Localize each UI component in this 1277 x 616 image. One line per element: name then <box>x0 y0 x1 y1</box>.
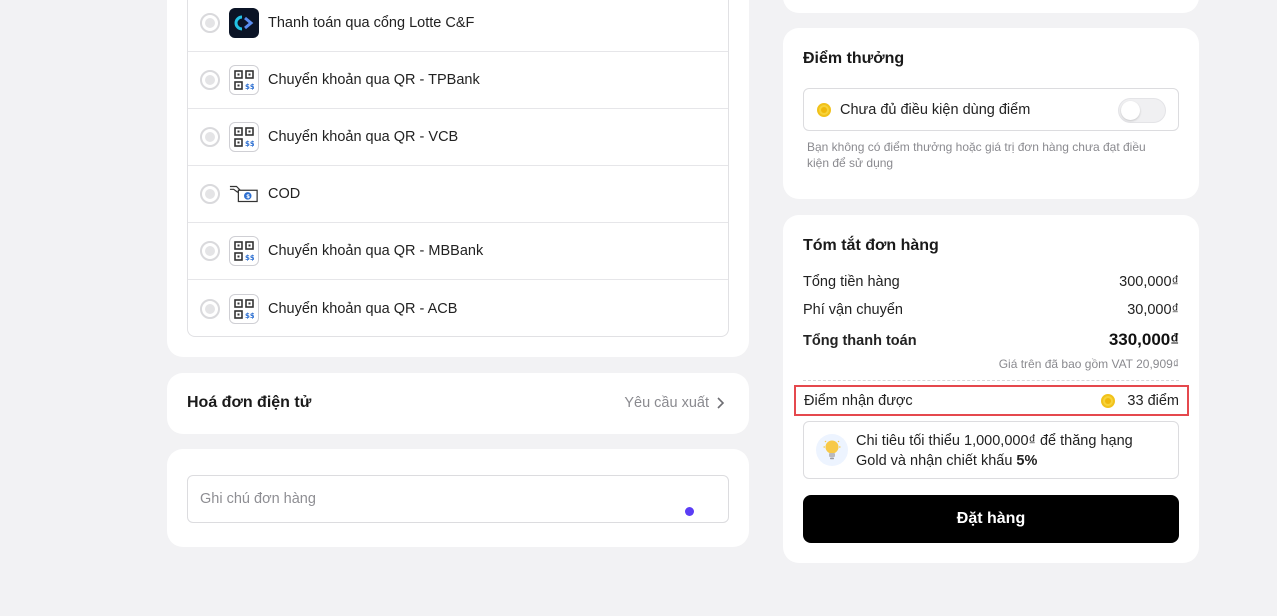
qr-code-icon: $$ <box>229 65 259 95</box>
order-summary-title: Tóm tắt đơn hàng <box>803 237 939 254</box>
shipping-value: 30,000₫ <box>1127 302 1179 318</box>
order-note-card <box>167 449 749 547</box>
lightbulb-icon <box>816 434 848 466</box>
coin-icon <box>1101 394 1115 408</box>
request-invoice-label: Yêu cầu xuất <box>624 395 709 411</box>
vat-note: Giá trên đã bao gồm VAT 20,909₫ <box>998 357 1179 371</box>
qr-code-icon: $$ <box>229 236 259 266</box>
chevron-right-icon <box>717 397 725 409</box>
payment-label: Thanh toán qua cổng Lotte C&F <box>268 15 475 31</box>
reward-points-title: Điểm thưởng <box>803 50 905 67</box>
payment-option-acb[interactable]: $$ Chuyển khoản qua QR - ACB <box>188 280 728 336</box>
points-earned-value: 33 điểm <box>1127 393 1179 409</box>
svg-text:$: $ <box>246 194 250 200</box>
divider <box>803 380 1179 381</box>
cash-hand-icon: $ <box>229 179 259 209</box>
payment-methods-list: Thanh toán qua cổng Lotte C&F $$ Chuyển … <box>187 0 729 337</box>
order-note-input[interactable] <box>187 475 729 523</box>
qr-code-icon: $$ <box>229 122 259 152</box>
cursor-dot <box>685 507 694 516</box>
points-hint: Bạn không có điểm thưởng hoặc giá trị đơ… <box>807 140 1146 170</box>
reward-points-card: Điểm thưởng Chưa đủ điều kiện dùng điểm … <box>783 28 1199 199</box>
payment-methods-card: Thanh toán qua cổng Lotte C&F $$ Chuyển … <box>167 0 749 357</box>
payment-radio[interactable] <box>200 298 220 319</box>
payment-label: Chuyển khoản qua QR - VCB <box>268 129 459 145</box>
total-label: Tổng thanh toán <box>803 333 917 349</box>
lotte-logo-icon <box>229 8 259 38</box>
payment-option-lotte[interactable]: Thanh toán qua cổng Lotte C&F <box>188 0 728 52</box>
svg-text:$$: $$ <box>245 83 254 90</box>
svg-text:$$: $$ <box>245 140 254 147</box>
e-invoice-card[interactable]: Hoá đơn điện tử Yêu cầu xuất <box>167 373 749 434</box>
total-row: Tổng thanh toán 330,000₫ <box>803 330 1179 350</box>
subtotal-label: Tổng tiền hàng <box>803 274 900 290</box>
svg-text:$$: $$ <box>245 312 254 319</box>
points-earned-highlight: Điểm nhận được 33 điểm <box>794 385 1189 416</box>
payment-label: COD <box>268 186 301 202</box>
tier-upgrade-tip: Chi tiêu tối thiểu 1,000,000₫ để thăng h… <box>803 421 1179 479</box>
payment-radio[interactable] <box>200 241 220 261</box>
payment-label: Chuyển khoản qua QR - MBBank <box>268 243 484 259</box>
subtotal-value: 300,000₫ <box>1119 274 1179 290</box>
payment-label: Chuyển khoản qua QR - ACB <box>268 300 458 317</box>
payment-radio[interactable] <box>200 127 220 147</box>
tier-upgrade-text: Chi tiêu tối thiểu 1,000,000₫ để thăng h… <box>856 431 1166 471</box>
svg-text:$$: $$ <box>245 254 254 261</box>
payment-radio[interactable] <box>200 184 220 204</box>
shipping-label: Phí vận chuyển <box>803 302 903 318</box>
top-right-card <box>783 0 1199 13</box>
payment-option-cod[interactable]: $ COD <box>188 166 728 223</box>
place-order-button[interactable]: Đặt hàng <box>803 495 1179 543</box>
payment-option-mbbank[interactable]: $$ Chuyển khoản qua QR - MBBank <box>188 223 728 280</box>
total-value: 330,000₫ <box>1108 330 1179 349</box>
points-status-label: Chưa đủ điều kiện dùng điểm <box>840 102 1031 118</box>
discount-percent: 5% <box>1016 453 1038 469</box>
payment-option-vcb[interactable]: $$ Chuyển khoản qua QR - VCB <box>188 109 728 166</box>
points-earned-label: Điểm nhận được <box>804 393 913 409</box>
coin-icon <box>817 103 831 117</box>
payment-radio[interactable] <box>200 13 220 33</box>
e-invoice-title: Hoá đơn điện tử <box>187 394 312 411</box>
shipping-row: Phí vận chuyển 30,000₫ <box>803 302 1179 318</box>
payment-radio[interactable] <box>200 70 220 90</box>
qr-code-icon: $$ <box>229 293 259 324</box>
tier-upgrade-text-main: Chi tiêu tối thiểu 1,000,000₫ để thăng h… <box>856 433 1133 469</box>
subtotal-row: Tổng tiền hàng 300,000₫ <box>803 274 1179 290</box>
payment-label: Chuyển khoản qua QR - TPBank <box>268 72 480 88</box>
use-points-toggle[interactable] <box>1118 98 1166 123</box>
payment-option-tpbank[interactable]: $$ Chuyển khoản qua QR - TPBank <box>188 52 728 109</box>
order-summary-card: Tóm tắt đơn hàng Tổng tiền hàng 300,000₫… <box>783 215 1199 563</box>
use-points-box: Chưa đủ điều kiện dùng điểm <box>803 88 1179 131</box>
request-invoice-link[interactable]: Yêu cầu xuất <box>624 395 725 411</box>
